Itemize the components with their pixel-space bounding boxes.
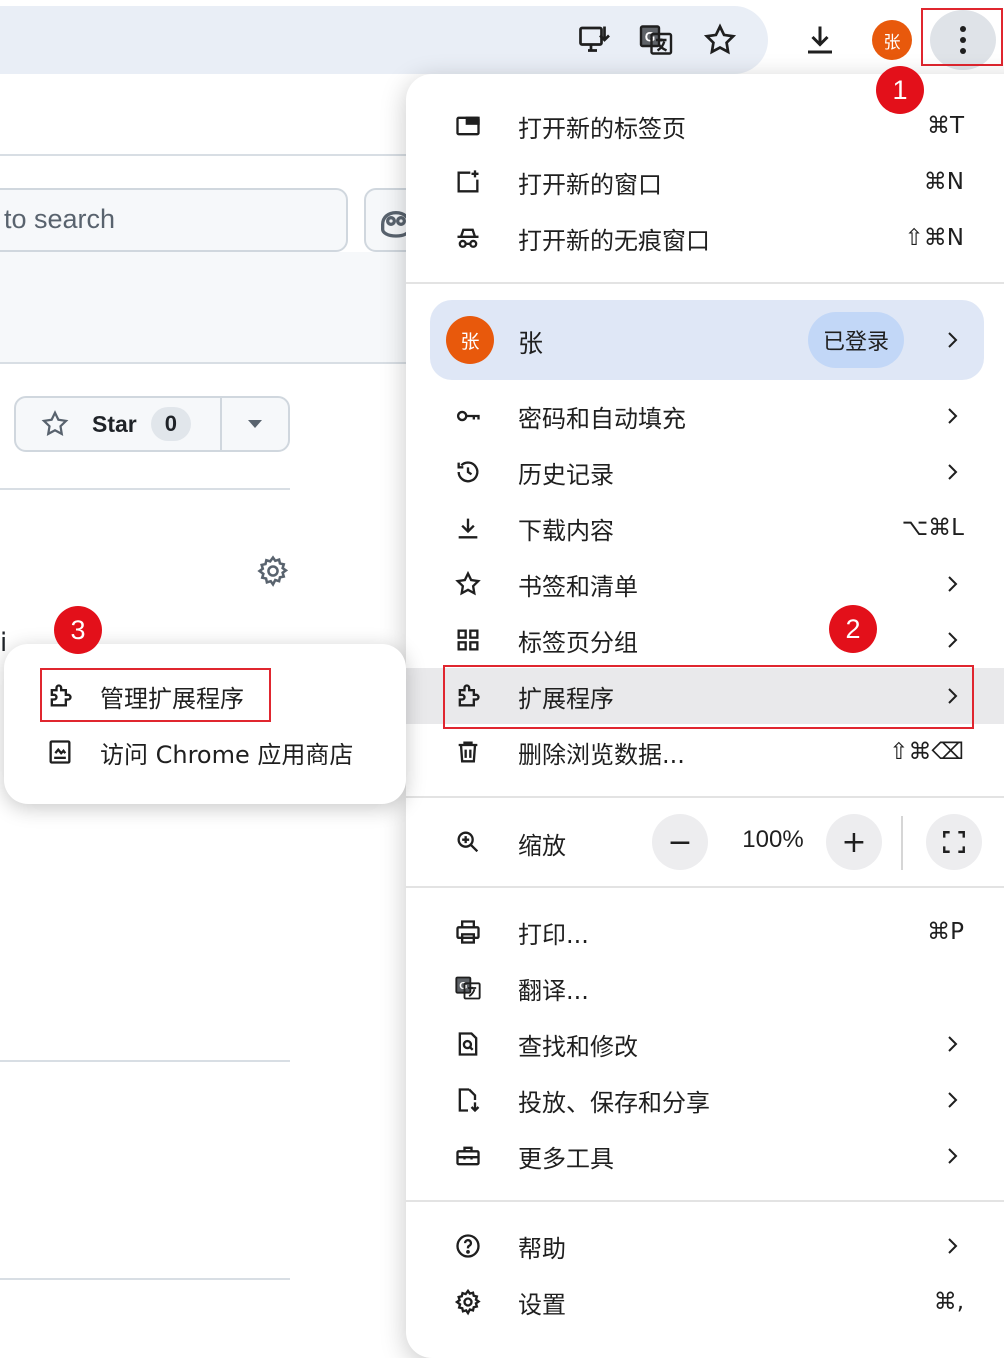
zoom-label: 缩放 xyxy=(518,832,566,860)
star-dropdown[interactable] xyxy=(222,419,288,429)
divider xyxy=(0,1278,290,1280)
chevron-right-icon xyxy=(948,332,958,348)
menu-item-find-edit[interactable]: 查找和修改 xyxy=(406,1016,1004,1072)
page-text-fragment: i xyxy=(0,628,8,658)
history-icon xyxy=(454,458,482,486)
highlight-box-2 xyxy=(443,665,974,729)
menu-separator xyxy=(406,886,1004,888)
tab-groups-icon xyxy=(454,626,482,654)
signed-in-chip: 已登录 xyxy=(808,312,904,368)
translate-icon: G xyxy=(454,974,482,1002)
profile-avatar: 张 xyxy=(446,316,494,364)
search-placeholder: to search xyxy=(4,204,116,234)
search-input[interactable]: to search xyxy=(0,188,348,252)
zoom-in-button[interactable]: + xyxy=(826,814,882,870)
divider xyxy=(0,488,290,490)
callout-badge-1: 1 xyxy=(876,66,924,114)
divider xyxy=(0,362,410,364)
callout-badge-2: 2 xyxy=(829,605,877,653)
key-icon xyxy=(454,402,482,430)
menu-item-help[interactable]: 帮助 xyxy=(406,1218,1004,1274)
profile-name: 张 xyxy=(518,329,544,358)
chevron-right-icon xyxy=(948,1238,958,1254)
menu-separator xyxy=(406,1200,1004,1202)
star-label: Star xyxy=(92,410,137,437)
chevron-right-icon xyxy=(948,464,958,480)
gear-icon[interactable] xyxy=(256,554,290,588)
divider xyxy=(0,154,410,156)
menu-item-history[interactable]: 历史记录 xyxy=(406,444,1004,500)
menu-item-new-incognito[interactable]: 打开新的无痕窗口 ⇧⌘N xyxy=(406,210,1004,266)
settings-icon xyxy=(454,1288,482,1316)
chevron-right-icon xyxy=(948,632,958,648)
menu-item-passwords[interactable]: 密码和自动填充 xyxy=(406,388,1004,444)
find-icon xyxy=(454,1030,482,1058)
repo-header-band xyxy=(0,252,410,362)
callout-badge-3: 3 xyxy=(54,606,102,654)
install-app-icon[interactable] xyxy=(568,14,620,66)
svg-text:G: G xyxy=(645,30,656,45)
download-icon xyxy=(454,514,482,542)
star-button[interactable]: Star 0 xyxy=(16,398,222,450)
zoom-divider xyxy=(901,816,903,870)
menu-item-downloads[interactable]: 下载内容 ⌥⌘L xyxy=(406,500,1004,556)
star-count: 0 xyxy=(150,407,191,441)
chevron-right-icon xyxy=(948,1036,958,1052)
zoom-out-button[interactable]: − xyxy=(652,814,708,870)
translate-icon[interactable]: G xyxy=(630,14,682,66)
star-icon xyxy=(454,570,482,598)
menu-item-translate[interactable]: G 翻译... xyxy=(406,960,1004,1016)
cast-save-share-icon xyxy=(454,1086,482,1114)
star-icon xyxy=(41,410,69,436)
highlight-box-1 xyxy=(921,8,1003,66)
menu-item-bookmarks[interactable]: 书签和清单 xyxy=(406,556,1004,612)
chevron-right-icon xyxy=(948,576,958,592)
menu-item-print[interactable]: 打印... ⌘P xyxy=(406,904,1004,960)
avatar[interactable]: 张 xyxy=(872,20,912,60)
new-window-icon xyxy=(454,168,482,196)
incognito-icon xyxy=(454,224,482,252)
menu-item-clear-data[interactable]: 删除浏览数据... ⇧⌘⌫ xyxy=(406,724,1004,780)
menu-separator xyxy=(406,282,1004,284)
menu-item-new-window[interactable]: 打开新的窗口 ⌘N xyxy=(406,154,1004,210)
menu-item-more-tools[interactable]: 更多工具 xyxy=(406,1128,1004,1184)
zoom-icon xyxy=(454,828,482,856)
chevron-right-icon xyxy=(948,1092,958,1108)
profile-row[interactable]: 张 张 已登录 xyxy=(430,300,984,380)
print-icon xyxy=(454,918,482,946)
zoom-value: 100% xyxy=(742,826,804,853)
trash-icon xyxy=(454,738,482,766)
web-store-icon xyxy=(46,738,74,766)
menu-separator xyxy=(406,796,1004,798)
highlight-box-3 xyxy=(40,668,271,722)
chevron-right-icon xyxy=(948,1148,958,1164)
star-button-group[interactable]: Star 0 xyxy=(14,396,290,452)
svg-text:G: G xyxy=(459,980,467,992)
submenu-item-web-store[interactable]: 访问 Chrome 应用商店 xyxy=(4,724,406,780)
menu-item-settings[interactable]: 设置 ⌘, xyxy=(406,1274,1004,1330)
menu-item-cast-save-share[interactable]: 投放、保存和分享 xyxy=(406,1072,1004,1128)
fullscreen-button[interactable] xyxy=(926,814,982,870)
divider xyxy=(0,1060,290,1062)
bookmark-star-icon[interactable] xyxy=(694,14,746,66)
menu-item-tab-groups[interactable]: 标签页分组 xyxy=(406,612,1004,668)
download-icon[interactable] xyxy=(794,14,846,66)
caret-down-icon xyxy=(248,420,262,428)
new-tab-icon xyxy=(454,112,482,140)
fullscreen-icon xyxy=(943,831,965,853)
help-icon xyxy=(454,1232,482,1260)
chevron-right-icon xyxy=(948,408,958,424)
toolbox-icon xyxy=(454,1142,482,1170)
avatar-initial: 张 xyxy=(883,32,901,53)
